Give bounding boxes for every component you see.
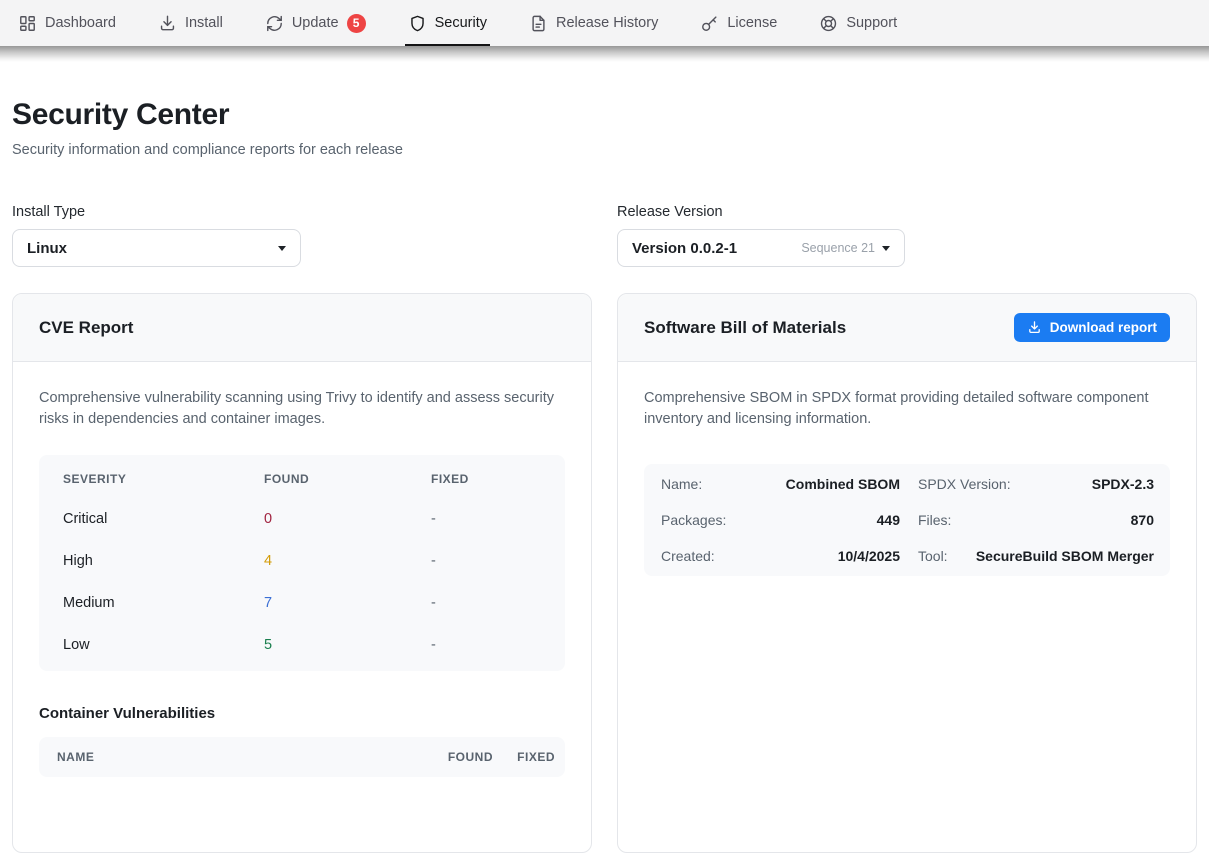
nav-shadow-divider: [0, 46, 1209, 62]
found-cell: 7: [264, 595, 431, 611]
page-subtitle: Security information and compliance repo…: [12, 142, 1197, 158]
sbom-detail-label: Tool:: [918, 548, 948, 564]
nav-item-license[interactable]: License: [700, 0, 777, 46]
top-nav: Dashboard Install Update 5 Security Rele…: [0, 0, 1209, 46]
nav-item-update[interactable]: Update 5: [265, 0, 366, 46]
sbom-title: Software Bill of Materials: [644, 318, 846, 338]
page-title: Security Center: [12, 98, 1197, 132]
download-report-label: Download report: [1050, 320, 1157, 335]
nav-item-label: Install: [185, 15, 223, 31]
install-type-filter: Install Type Linux: [12, 204, 592, 267]
fixed-column-header: FIXED: [431, 472, 541, 486]
sbom-detail-value: 870: [1131, 512, 1154, 528]
found-cell: 4: [264, 553, 431, 569]
sbom-detail-label: Created:: [661, 548, 715, 564]
nav-item-dashboard[interactable]: Dashboard: [18, 0, 116, 46]
found-cell: 0: [264, 511, 431, 527]
nav-item-install[interactable]: Install: [158, 0, 223, 46]
fixed-cell: -: [431, 553, 541, 569]
chevron-down-icon: [278, 246, 286, 251]
container-vulnerabilities-title: Container Vulnerabilities: [39, 705, 565, 722]
severity-cell: High: [63, 553, 264, 569]
fixed-cell: -: [431, 595, 541, 611]
main-content: Security Center Security information and…: [0, 98, 1209, 853]
found-column-header: FOUND: [264, 472, 431, 486]
severity-table-header: SEVERITY FOUND FIXED: [39, 455, 565, 498]
nav-item-label: Update: [292, 15, 339, 31]
sbom-detail-value: 10/4/2025: [838, 548, 900, 564]
fixed-cell: -: [431, 511, 541, 527]
fixed-column-header: FIXED: [493, 750, 555, 764]
severity-cell: Medium: [63, 595, 264, 611]
release-version-label: Release Version: [617, 204, 1197, 220]
table-row: Critical 0 -: [39, 498, 565, 540]
release-version-filter: Release Version Version 0.0.2-1 Sequence…: [617, 204, 1197, 267]
fixed-cell: -: [431, 637, 541, 653]
nav-item-label: Support: [846, 15, 897, 31]
dashboard-grid-icon: [18, 14, 37, 33]
nav-item-release-history[interactable]: Release History: [529, 0, 658, 46]
download-icon: [1027, 320, 1042, 335]
document-icon: [529, 14, 548, 33]
cve-report-description: Comprehensive vulnerability scanning usi…: [39, 388, 565, 430]
sbom-description: Comprehensive SBOM in SPDX format provid…: [644, 388, 1170, 430]
severity-cell: Critical: [63, 511, 264, 527]
table-row: High 4 -: [39, 540, 565, 582]
filters-row: Install Type Linux Release Version Versi…: [12, 204, 1197, 267]
download-report-button[interactable]: Download report: [1014, 313, 1170, 342]
download-icon: [158, 14, 177, 33]
shield-icon: [408, 14, 427, 33]
table-row: Name: Combined SBOM SPDX Version: SPDX-2…: [644, 466, 1170, 502]
cve-report-card-body: Comprehensive vulnerability scanning usi…: [13, 362, 591, 803]
sbom-detail-label: Files:: [918, 512, 951, 528]
sbom-card-header: Software Bill of Materials Download repo…: [618, 294, 1196, 362]
sbom-details-table: Name: Combined SBOM SPDX Version: SPDX-2…: [644, 464, 1170, 576]
nav-item-label: Release History: [556, 15, 658, 31]
nav-item-label: Security: [435, 15, 487, 31]
refresh-icon: [265, 14, 284, 33]
table-row: Created: 10/4/2025 Tool: SecureBuild SBO…: [644, 538, 1170, 574]
cve-report-title: CVE Report: [39, 318, 133, 338]
container-vulnerabilities-table-header: NAME FOUND FIXED: [39, 737, 565, 777]
sbom-detail-label: Name:: [661, 476, 702, 492]
table-row: Packages: 449 Files: 870: [644, 502, 1170, 538]
release-version-select[interactable]: Version 0.0.2-1 Sequence 21: [617, 229, 905, 267]
sbom-detail-value: SecureBuild SBOM Merger: [976, 548, 1154, 564]
cve-report-card-header: CVE Report: [13, 294, 591, 362]
severity-cell: Low: [63, 637, 264, 653]
sbom-card-body: Comprehensive SBOM in SPDX format provid…: [618, 362, 1196, 602]
name-column-header: NAME: [57, 750, 431, 764]
update-count-badge: 5: [347, 14, 366, 33]
key-icon: [700, 14, 719, 33]
nav-item-label: Dashboard: [45, 15, 116, 31]
cards-row: CVE Report Comprehensive vulnerability s…: [12, 293, 1197, 853]
nav-item-security[interactable]: Security: [408, 0, 487, 46]
severity-column-header: SEVERITY: [63, 472, 264, 486]
install-type-value: Linux: [27, 240, 67, 257]
sbom-card: Software Bill of Materials Download repo…: [617, 293, 1197, 853]
sbom-detail-label: SPDX Version:: [918, 476, 1011, 492]
release-sequence-label: Sequence 21: [801, 241, 875, 255]
sbom-detail-value: SPDX-2.3: [1092, 476, 1154, 492]
found-cell: 5: [264, 637, 431, 653]
sbom-detail-value: 449: [877, 512, 900, 528]
found-column-header: FOUND: [431, 750, 493, 764]
nav-item-label: License: [727, 15, 777, 31]
table-row: Medium 7 -: [39, 582, 565, 624]
release-version-value: Version 0.0.2-1: [632, 240, 737, 257]
sbom-detail-label: Packages:: [661, 512, 726, 528]
install-type-label: Install Type: [12, 204, 592, 220]
table-row: Low 5 -: [39, 624, 565, 666]
severity-table: SEVERITY FOUND FIXED Critical 0 - High 4…: [39, 455, 565, 671]
nav-item-support[interactable]: Support: [819, 0, 897, 46]
cve-report-card: CVE Report Comprehensive vulnerability s…: [12, 293, 592, 853]
life-buoy-icon: [819, 14, 838, 33]
chevron-down-icon: [882, 246, 890, 251]
sbom-detail-value: Combined SBOM: [786, 476, 900, 492]
install-type-select[interactable]: Linux: [12, 229, 301, 267]
